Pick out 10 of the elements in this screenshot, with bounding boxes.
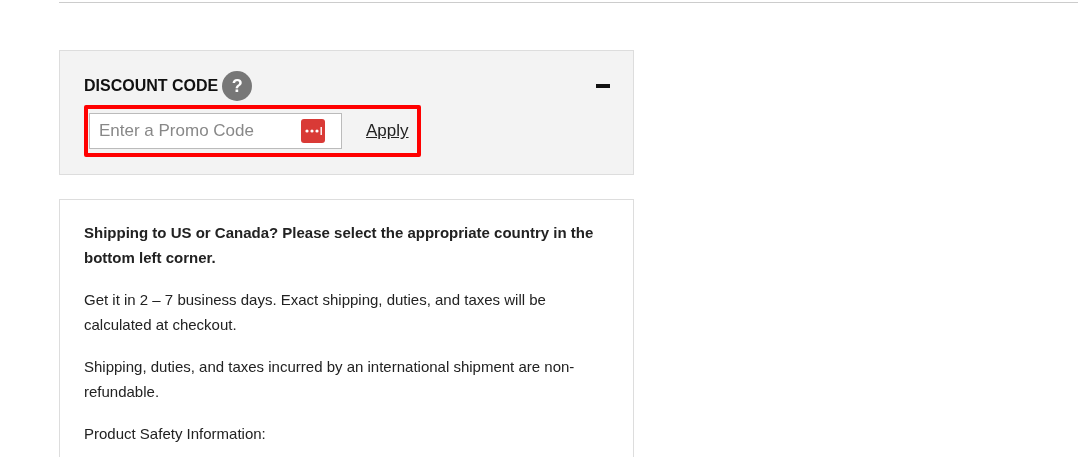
info-paragraph: Get it in 2 – 7 business days. Exact shipping, duties, and taxes will be calculated at checkout. (84, 290, 547, 335)
help-button[interactable]: ? (222, 71, 253, 101)
info-paragraph: Shipping, duties, and taxes incurred by an international shipment are non-refundable. (84, 357, 576, 402)
apply-link[interactable]: Apply (366, 118, 409, 144)
info-paragraph: Product Safety Information: (84, 424, 267, 444)
collapse-toggle[interactable] (596, 84, 610, 88)
section-title: DISCOUNT CODE (84, 76, 219, 96)
promo-code-field[interactable]: Enter a Promo Code (89, 113, 342, 149)
info-paragraph: Shipping to US or Canada? Please select the appropriate country in the bottom left corner. (84, 223, 595, 268)
password-manager-icon[interactable] (301, 119, 325, 143)
